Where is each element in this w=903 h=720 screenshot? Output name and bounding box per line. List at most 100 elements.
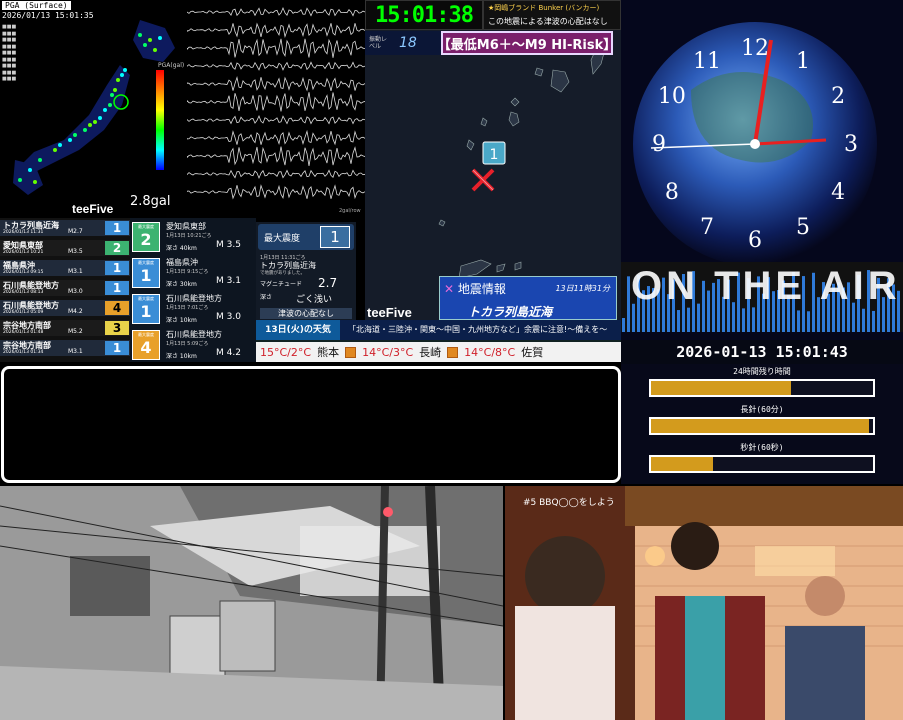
pga-map-panel: PGA (Surface) 2026/01/13 15:01:35 ■■■ ■■■… [0,0,187,218]
station-dot [123,68,127,72]
brand-logo: teeFive [72,202,114,216]
street-scene [0,486,503,720]
waveform-traces [187,6,365,200]
quake-date: 2026/01/13 08:13 [3,290,44,295]
progress-label: 秒針(60秒) [740,443,784,452]
max-intensity-header: 最大震度 1 [258,224,354,250]
quake-date: 2026/01/13 05:09 [3,310,44,315]
station-dot [28,168,32,172]
weather-temp: 14°C/3°C [362,345,414,359]
magnitude-value: 2.7 [318,276,338,290]
time-progress-panel: 24時間残り時間 長針(60分) 秒針(60秒) [621,364,903,484]
quake-magnitude: M3.0 [68,288,83,295]
clock-number: 7 [700,215,714,240]
clock-number: 4 [831,180,845,205]
quake-date: 2026/01/13 11:31 [3,230,44,235]
waveform-trace [187,6,365,17]
epicenter-x-icon [471,168,495,192]
progress-bar [649,417,875,435]
quake-info-title-text: 地震情報 [457,282,506,296]
station-dot [143,43,147,47]
quake-list-item: 福島県沖 2026/01/13 09:15 M3.1 1 [0,260,130,276]
quake-info-time: 13日11時31分 [555,284,610,293]
weather-row: 15°C/2°C 熊本 14°C/3°C 長崎 14°C/8°C 佐賀 [256,342,621,362]
progress-fill [651,381,791,395]
quake-info-title: ✕ 地震情報 [444,280,506,297]
equalizer-bar [687,307,690,332]
max-intensity-label: 最大震度 [264,234,301,244]
quake-date: 2026/01/13 10:21 [3,250,44,255]
card-intensity-box: 最大震度 1 [132,294,160,324]
max-intensity-card: 最大震度 1 1月13日 11:31ごろ トカラ列島近海 で地震がありました。 … [256,222,356,320]
weather-heading: 13日(火)の天気 [256,320,340,340]
risk-text: 【最低M6＋〜M9 HI-Risk】 [437,37,617,53]
waveform-trace [187,92,365,112]
quake-list-item: 宗谷地方南部 2026/01/13 01:48 M5.2 3 [0,320,130,336]
quake-magnitude: M3.5 [68,248,83,255]
quake-date: 2026/01/13 09:15 [3,270,44,275]
risk-banner: 【最低M6＋〜M9 HI-Risk】 [437,31,617,55]
station-dot [93,120,97,124]
progress-label: 長針(60分) [740,405,784,414]
quake-intensity: 1 [105,261,129,275]
card-intensity-box: 最大震度 1 [132,258,160,288]
station-dot [108,103,112,107]
station-dot [38,158,42,162]
pga-color-scale [156,70,164,170]
clock-number: 2 [831,84,845,109]
station-dot [73,133,77,137]
quake-info-place: トカラ列島近海 [468,305,553,319]
depth-value: ごく浅い [296,295,333,305]
equalizer-bar [797,310,800,332]
weather-warning: 「北海道・三陸沖・関東〜中国・九州地方など」余震に注意!〜備えを〜 [340,320,621,340]
quake-date: 2026/01/13 01:48 [3,330,44,335]
clock-number: 5 [796,215,810,240]
quake-intensity: 2 [105,241,129,255]
card-intensity-box: 最大震度 4 [132,330,160,360]
station-dot [148,38,152,42]
equalizer-bar [807,311,810,332]
equalizer-bar [752,307,755,332]
pga-value: 2.8gal [130,194,171,209]
bunker-title: ★岡嶋ブランド Bunker (バンカー) [488,4,600,12]
quake-intensity: 1 [105,341,129,355]
on-air-text: ON THE AIR [631,264,901,308]
cafe-scene [505,486,903,720]
quake-magnitude: M4.2 [68,308,83,315]
card-region: 愛知県東部 [166,222,206,231]
waveform-trace [187,146,365,166]
clock-time: 15:01:38 [375,2,474,28]
quake-list-item: 石川県能登地方 2026/01/13 05:09 M4.2 4 [0,300,130,316]
card-depth: 深さ 10km [166,317,197,324]
weather-temp: 14°C/8°C [464,345,516,359]
card-region: 石川県能登地方 [166,330,222,339]
weather-temp: 15°C/2°C [260,345,312,359]
quake-intensity: 1 [105,281,129,295]
equalizer-bar [622,318,625,332]
equalizer-bar [742,308,745,332]
card-intensity-value: 1 [140,266,152,285]
dashboard: PGA (Surface) 2026/01/13 15:01:35 ■■■ ■■■… [0,0,903,720]
brand-logo: teeFive [367,305,412,320]
analog-clock-panel: 12 1 2 3 4 5 6 7 8 9 10 11 ON THE AIR [621,0,903,340]
card-depth: 深さ 40km [166,245,197,252]
card-magnitude: M 3.1 [216,276,241,286]
quake-card: 最大震度 1 石川県能登地方 1月13日 7:01ごろ 深さ 10km M 3.0 [132,292,256,326]
station-dot [58,143,62,147]
waveform-panel: 2gal/row [187,0,365,218]
quake-intensity: 1 [105,221,129,235]
equalizer-bar [677,310,680,332]
waveform-trace [187,61,365,71]
clock-number: 6 [748,228,762,253]
card-depth: 深さ 10km [166,353,197,360]
tsunami-status: 津波の心配なし [260,308,352,319]
station-dot [138,33,142,37]
cross-icon: ✕ [444,282,455,296]
tsunami-map-panel: 1 振動レベル 18 【最低M6＋〜M9 HI-Risk】 teeFive ✕ … [365,30,621,320]
equalizer-bar [862,308,865,332]
equalizer-bar [627,276,630,332]
quake-info-box: ✕ 地震情報 13日11時31分 トカラ列島近海 [439,276,617,320]
quake-card: 最大震度 4 石川県能登地方 1月13日 5:09ごろ 深さ 10km M 4.2 [132,328,256,362]
quake-list-item: 石川県能登地方 2026/01/13 08:13 M3.0 1 [0,280,130,296]
progress-fill [651,419,869,433]
